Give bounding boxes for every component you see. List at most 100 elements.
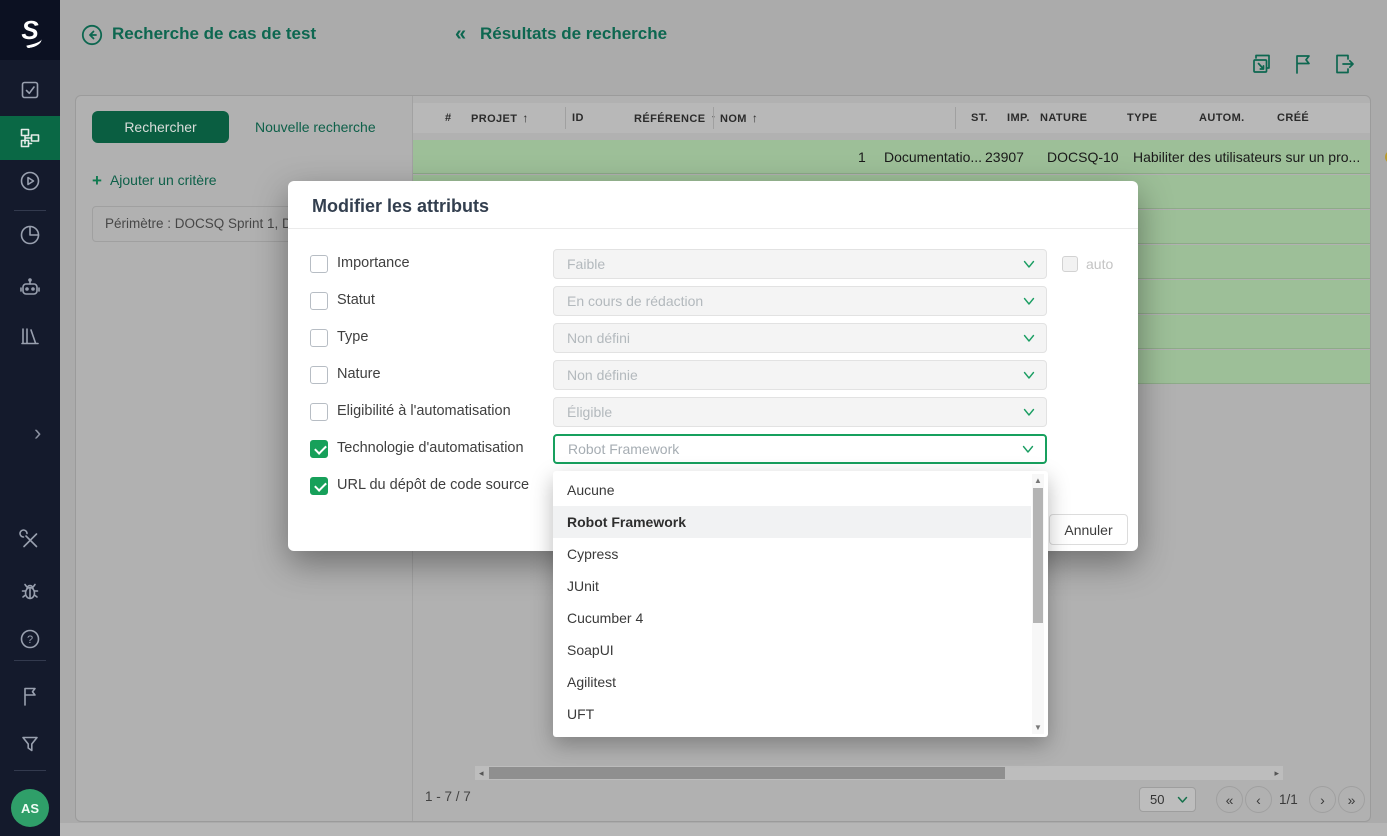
chevron-down-icon [1022, 445, 1034, 454]
url-depot-checkbox[interactable] [310, 477, 328, 495]
sidebar-item-milestones[interactable] [0, 674, 60, 718]
back-arrow-icon [81, 24, 103, 46]
sidebar-divider [14, 770, 46, 771]
scroll-right-icon[interactable]: ▸ [1274, 766, 1279, 780]
col-id[interactable]: ID [572, 112, 584, 124]
prev-page-button[interactable]: ‹ [1245, 786, 1272, 813]
sidebar-item-test-cases[interactable] [0, 116, 60, 160]
page-title[interactable]: Recherche de cas de test [112, 24, 316, 44]
sidebar-item-administration[interactable] [0, 518, 60, 562]
nature-select[interactable]: Non définie [553, 360, 1047, 390]
horizontal-scrollbar[interactable]: ◂ ▸ [475, 766, 1283, 780]
scroll-left-icon[interactable]: ◂ [479, 766, 484, 780]
importance-checkbox[interactable] [310, 255, 328, 273]
eligibilite-checkbox[interactable] [310, 403, 328, 421]
chevron-down-icon [1023, 371, 1035, 380]
field-label[interactable]: Nature [337, 366, 381, 382]
user-avatar[interactable]: AS [11, 789, 49, 827]
sidebar-expand-icon[interactable]: › [34, 420, 41, 446]
page-size-value: 50 [1150, 792, 1164, 807]
col-autom[interactable]: AUTOM. [1199, 112, 1245, 124]
sidebar-item-automation[interactable] [0, 265, 60, 309]
sidebar-item-help[interactable]: ? [0, 617, 60, 661]
play-execution-icon [19, 170, 41, 192]
dropdown-option[interactable]: Aucune [553, 474, 1031, 506]
sidebar-item-filter[interactable] [0, 722, 60, 766]
importance-select[interactable]: Faible [553, 249, 1047, 279]
chevron-down-icon [1177, 796, 1188, 804]
sidebar-divider [14, 660, 46, 661]
select-value: Non défini [567, 330, 630, 346]
column-separator [955, 107, 956, 129]
row-projet: Documentatio... [884, 149, 981, 165]
field-label[interactable]: Type [337, 329, 368, 345]
eligibilite-select[interactable]: Éligible [553, 397, 1047, 427]
sort-asc-icon: ↑ [522, 111, 528, 125]
col-num[interactable]: # [445, 112, 452, 124]
last-page-button[interactable]: » [1338, 786, 1365, 813]
type-checkbox[interactable] [310, 329, 328, 347]
scrollbar-thumb[interactable] [1033, 488, 1043, 623]
chevron-down-icon [1023, 408, 1035, 417]
checkbox-list-icon [19, 79, 41, 101]
col-importance[interactable]: IMP. [1007, 112, 1030, 124]
field-label[interactable]: Statut [337, 292, 375, 308]
add-criterion-button[interactable]: +Ajouter un critère [92, 171, 217, 191]
dropdown-option[interactable]: Cucumber 4 [553, 602, 1031, 634]
col-projet[interactable]: PROJET↑ [471, 111, 529, 125]
field-row-nature: Nature Non définie [288, 360, 1138, 390]
dropdown-scrollbar[interactable]: ▲ ▼ [1032, 474, 1044, 734]
search-button[interactable]: Rechercher [92, 111, 229, 143]
back-button[interactable] [81, 24, 103, 46]
first-page-button[interactable]: « [1216, 786, 1243, 813]
sidebar-item-bugtracker[interactable] [0, 569, 60, 613]
sidebar-item-library[interactable] [0, 314, 60, 358]
sort-asc-icon: ↑ [752, 111, 758, 125]
sidebar-item-reporting[interactable] [0, 213, 60, 257]
col-statut[interactable]: ST. [971, 112, 988, 124]
export-button[interactable] [1332, 51, 1358, 77]
scrollbar-thumb[interactable] [489, 767, 1005, 779]
next-page-button[interactable]: › [1309, 786, 1336, 813]
col-nature[interactable]: NATURE [1040, 112, 1087, 124]
scroll-up-icon[interactable]: ▲ [1032, 476, 1044, 485]
page-size-select[interactable]: 50 [1139, 787, 1196, 812]
modify-search-button[interactable] [1249, 51, 1275, 77]
field-label[interactable]: Technologie d'automatisation [337, 440, 524, 456]
dropdown-option[interactable]: Cypress [553, 538, 1031, 570]
dropdown-option[interactable]: Agilitest [553, 666, 1031, 698]
field-label[interactable]: Eligibilité à l'automatisation [337, 403, 511, 419]
col-cree[interactable]: CRÉÉ [1277, 112, 1309, 124]
cancel-button[interactable]: Annuler [1049, 514, 1128, 545]
robot-automation-icon [19, 276, 41, 298]
scroll-down-icon[interactable]: ▼ [1032, 723, 1044, 732]
auto-checkbox[interactable] [1062, 256, 1078, 272]
dropdown-option[interactable]: JUnit [553, 570, 1031, 602]
sidebar-item-executions[interactable] [0, 159, 60, 203]
field-row-statut: Statut En cours de rédaction [288, 286, 1138, 316]
help-icon: ? [19, 628, 41, 650]
dropdown-option[interactable]: UFT [553, 698, 1031, 730]
nature-checkbox[interactable] [310, 366, 328, 384]
type-select[interactable]: Non défini [553, 323, 1047, 353]
col-reference[interactable]: RÉFÉRENCE↑ [634, 111, 717, 125]
squash-logo[interactable]: S [0, 0, 60, 60]
duplicate-search-icon [1249, 51, 1275, 77]
table-row[interactable]: 1 Documentatio... 23907 DOCSQ-10 Habilit… [413, 140, 1370, 174]
statut-select[interactable]: En cours de rédaction [553, 286, 1047, 316]
flag-icon [19, 685, 41, 707]
technologie-select[interactable]: Robot Framework [553, 434, 1047, 464]
statut-checkbox[interactable] [310, 292, 328, 310]
dropdown-option-selected[interactable]: Robot Framework [553, 506, 1031, 538]
collapse-panel-icon[interactable]: « [455, 23, 466, 46]
flag-toolbar-button[interactable] [1290, 51, 1316, 77]
field-label[interactable]: URL du dépôt de code source [337, 477, 529, 493]
col-type[interactable]: TYPE [1127, 112, 1157, 124]
col-nom[interactable]: NOM↑ [720, 111, 758, 125]
technologie-checkbox[interactable] [310, 440, 328, 458]
sidebar-item-requirements[interactable] [0, 68, 60, 112]
new-search-link[interactable]: Nouvelle recherche [255, 119, 376, 135]
dropdown-option[interactable]: SoapUI [553, 634, 1031, 666]
flag-icon [1290, 51, 1316, 77]
field-label[interactable]: Importance [337, 255, 410, 271]
